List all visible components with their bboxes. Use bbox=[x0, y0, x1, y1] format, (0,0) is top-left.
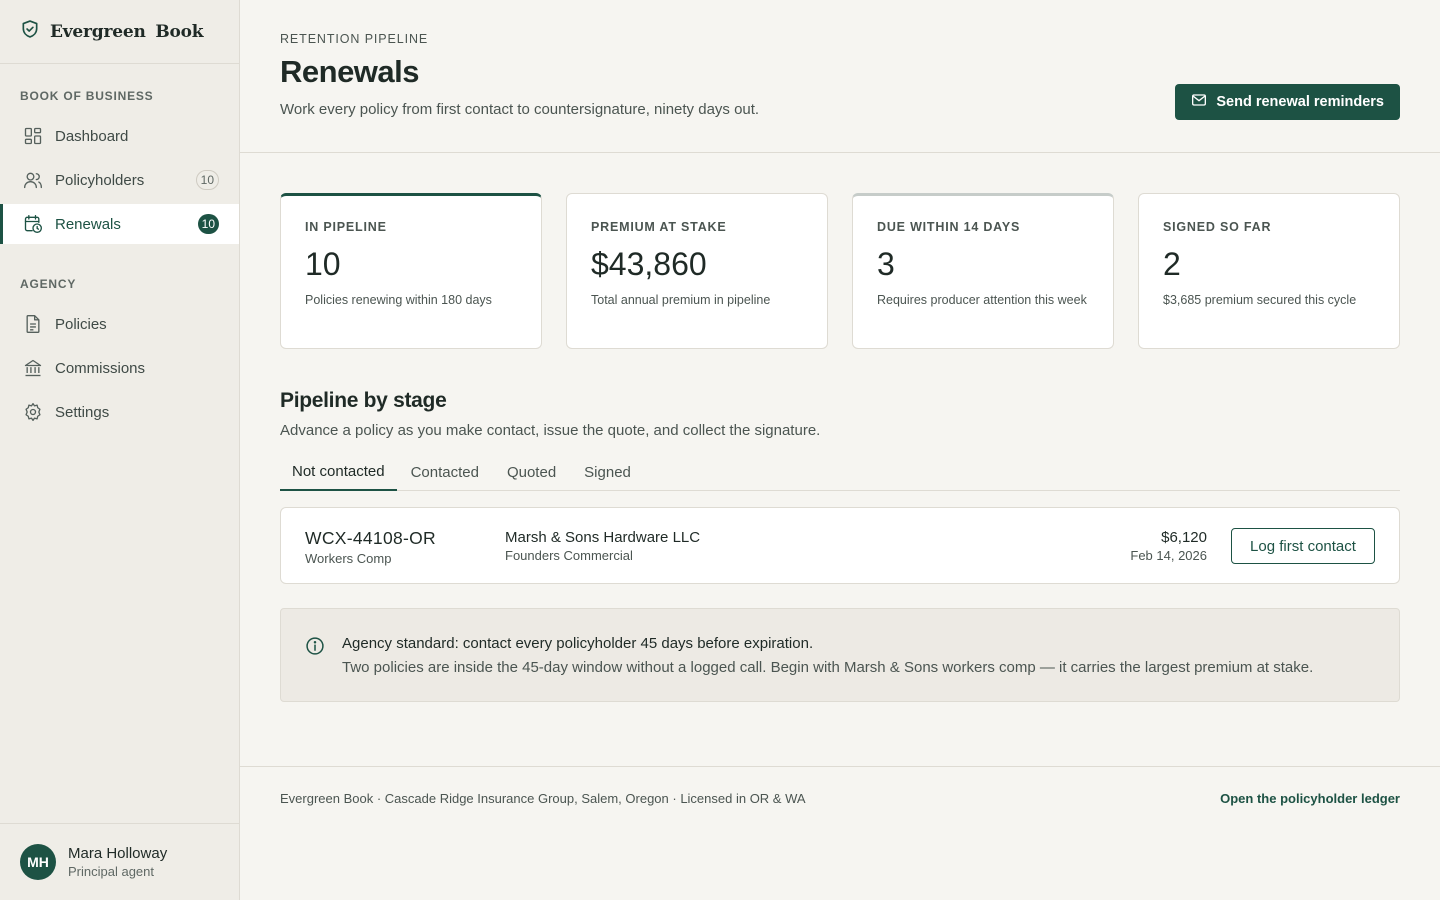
policyholder-name: Marsh & Sons Hardware LLC bbox=[505, 529, 701, 546]
callout-body: Two policies are inside the 45-day windo… bbox=[342, 659, 1314, 676]
users-icon bbox=[22, 170, 43, 191]
dashboard-icon bbox=[22, 126, 43, 147]
pipeline-section-subtitle: Advance a policy as you make contact, is… bbox=[280, 422, 821, 439]
info-icon bbox=[305, 636, 325, 661]
stat-value: $43,860 bbox=[591, 246, 707, 282]
calendar-clock-icon bbox=[22, 214, 43, 235]
stat-note: Policies renewing within 180 days bbox=[305, 293, 492, 307]
sidebar-item-label: Policyholders bbox=[55, 171, 145, 189]
bank-icon bbox=[22, 358, 43, 379]
sidebar-item-label: Policies bbox=[55, 315, 107, 333]
footer-text: Evergreen Book · Cascade Ridge Insurance… bbox=[280, 791, 806, 806]
nav-section-book-of-business: BOOK OF BUSINESS bbox=[20, 89, 154, 103]
user-name: Mara Holloway bbox=[68, 845, 168, 862]
stat-label: PREMIUM AT STAKE bbox=[591, 220, 727, 234]
sidebar: Evergreen Book BOOK OF BUSINESS Dashboar… bbox=[0, 0, 240, 900]
sidebar-item-label: Dashboard bbox=[55, 127, 129, 145]
page-footer: Evergreen Book · Cascade Ridge Insurance… bbox=[240, 766, 1440, 900]
page-header: RETENTION PIPELINE Renewals Work every p… bbox=[240, 0, 1440, 153]
sidebar-item-renewals[interactable]: Renewals 10 bbox=[0, 204, 239, 244]
sidebar-item-policies[interactable]: Policies bbox=[0, 304, 239, 344]
stat-label: IN PIPELINE bbox=[305, 220, 387, 234]
stat-note: Requires producer attention this week bbox=[877, 293, 1087, 307]
tab-signed[interactable]: Signed bbox=[570, 454, 645, 491]
shield-check-icon bbox=[20, 19, 40, 44]
tab-quoted[interactable]: Quoted bbox=[493, 454, 570, 491]
document-icon bbox=[22, 314, 43, 335]
list-item[interactable]: WCX-44108-OR Workers Comp Marsh & Sons H… bbox=[280, 507, 1400, 584]
brand[interactable]: Evergreen Book bbox=[0, 0, 239, 64]
stat-value: 3 bbox=[877, 246, 895, 282]
stat-note: Total annual premium in pipeline bbox=[591, 293, 771, 307]
stage-tabs: Not contacted Contacted Quoted Signed bbox=[280, 454, 1400, 491]
callout-title: Agency standard: contact every policyhol… bbox=[342, 635, 814, 652]
stat-card-premium-at-stake: PREMIUM AT STAKE $43,860 Total annual pr… bbox=[566, 193, 828, 349]
user-role: Principal agent bbox=[68, 864, 154, 879]
open-policyholder-ledger-link[interactable]: Open the policyholder ledger bbox=[1220, 791, 1400, 806]
avatar: MH bbox=[20, 844, 56, 880]
pipeline-section-title: Pipeline by stage bbox=[280, 389, 447, 412]
renewals-count-badge: 10 bbox=[197, 214, 219, 234]
tab-not-contacted[interactable]: Not contacted bbox=[280, 454, 397, 491]
log-first-contact-button[interactable]: Log first contact bbox=[1231, 528, 1375, 564]
policy-line: Workers Comp bbox=[305, 551, 392, 566]
send-renewal-reminders-label: Send renewal reminders bbox=[1216, 94, 1384, 110]
brand-name: Evergreen Book bbox=[50, 21, 204, 42]
sidebar-item-settings[interactable]: Settings bbox=[0, 392, 239, 432]
sidebar-item-dashboard[interactable]: Dashboard bbox=[0, 116, 239, 156]
sidebar-item-policyholders[interactable]: Policyholders 10 bbox=[0, 160, 239, 200]
stat-value: 10 bbox=[305, 246, 341, 282]
user-profile[interactable]: MH Mara Holloway Principal agent bbox=[0, 823, 239, 900]
policyholders-count-badge: 10 bbox=[195, 170, 219, 190]
agency-standard-callout: Agency standard: contact every policyhol… bbox=[280, 608, 1400, 702]
sidebar-item-label: Commissions bbox=[55, 359, 146, 377]
carrier-name: Founders Commercial bbox=[505, 548, 633, 563]
expiration-date: Feb 14, 2026 bbox=[1130, 548, 1207, 563]
stat-card-signed-so-far: SIGNED SO FAR 2 $3,685 premium secured t… bbox=[1138, 193, 1400, 349]
stat-card-due-within-14-days: DUE WITHIN 14 DAYS 3 Requires producer a… bbox=[852, 193, 1114, 349]
gear-icon bbox=[22, 402, 43, 423]
sidebar-item-label: Renewals bbox=[55, 215, 121, 233]
mail-icon bbox=[1191, 92, 1207, 112]
sidebar-item-commissions[interactable]: Commissions bbox=[0, 348, 239, 388]
tab-contacted[interactable]: Contacted bbox=[397, 454, 493, 491]
page-eyebrow: RETENTION PIPELINE bbox=[280, 32, 429, 46]
send-renewal-reminders-button[interactable]: Send renewal reminders bbox=[1175, 84, 1400, 120]
stat-label: SIGNED SO FAR bbox=[1163, 220, 1272, 234]
stat-card-in-pipeline: IN PIPELINE 10 Policies renewing within … bbox=[280, 193, 542, 349]
stat-value: 2 bbox=[1163, 246, 1181, 282]
sidebar-item-label: Settings bbox=[55, 403, 110, 421]
stat-label: DUE WITHIN 14 DAYS bbox=[877, 220, 1021, 234]
page-subtitle: Work every policy from first contact to … bbox=[280, 101, 760, 118]
main-content: RETENTION PIPELINE Renewals Work every p… bbox=[240, 0, 1440, 900]
nav-section-agency: AGENCY bbox=[20, 277, 77, 291]
stat-note: $3,685 premium secured this cycle bbox=[1163, 293, 1357, 307]
premium-amount: $6,120 bbox=[1161, 529, 1207, 546]
policy-id: WCX-44108-OR bbox=[305, 528, 436, 548]
page-title: Renewals bbox=[280, 54, 420, 89]
